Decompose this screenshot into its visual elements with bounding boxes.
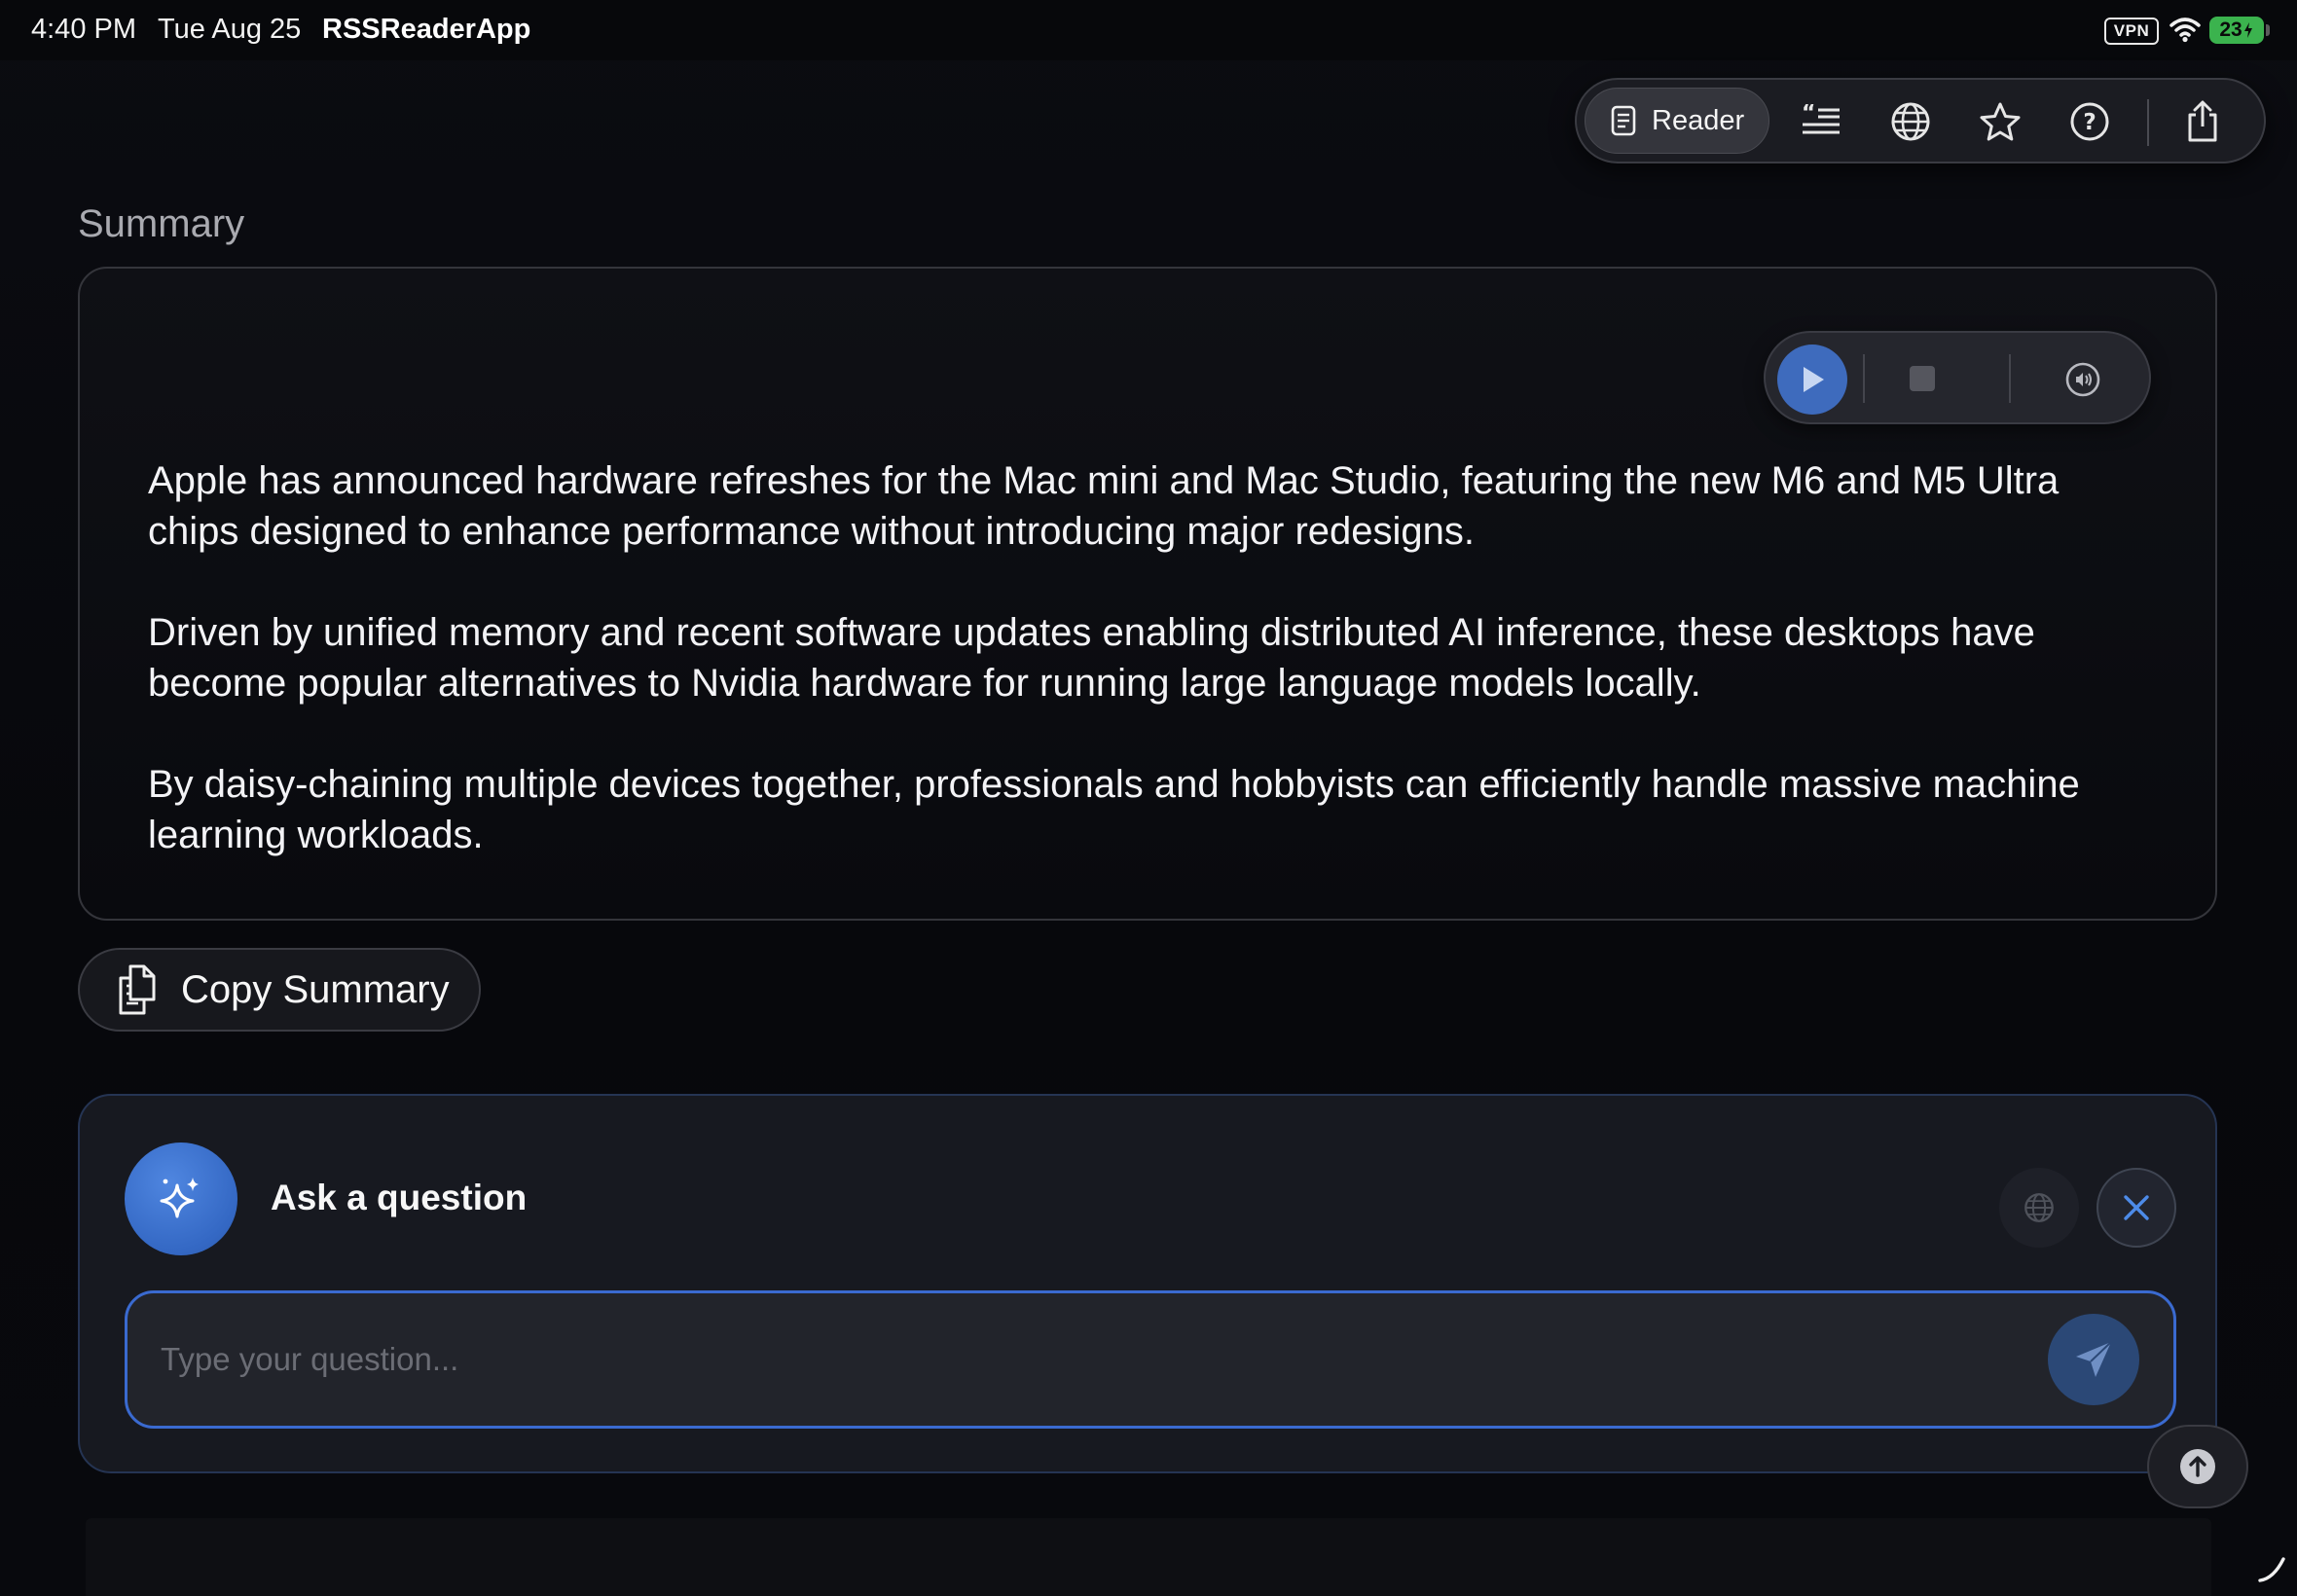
copy-summary-label: Copy Summary (181, 967, 450, 1011)
ask-title: Ask a question (271, 1178, 528, 1217)
favorite-button[interactable] (1976, 97, 2024, 146)
quote-list-icon: “ (1802, 104, 1840, 134)
send-icon (2076, 1341, 2112, 1377)
reader-button[interactable]: Reader (1585, 88, 1769, 154)
send-button[interactable] (2048, 1314, 2139, 1405)
globe-icon (2024, 1193, 2054, 1222)
copy-summary-button[interactable]: Copy Summary (78, 948, 481, 1032)
scroll-to-top-button[interactable] (2147, 1425, 2248, 1508)
summary-paragraph: Driven by unified memory and recent soft… (148, 611, 2035, 705)
voice-button[interactable] (2063, 360, 2102, 399)
svg-text:“: “ (1802, 104, 1815, 126)
ask-question-panel: Ask a question (78, 1094, 2217, 1473)
quote-list-button[interactable]: “ (1797, 97, 1845, 146)
summary-paragraph: By daisy-chaining multiple devices toget… (148, 763, 2080, 856)
top-toolbar: Reader “ ? (1575, 78, 2266, 163)
status-app-name: RSSReaderApp (322, 14, 531, 45)
pencil-hover-icon (2256, 1553, 2287, 1584)
status-bar: 4:40 PM Tue Aug 25 RSSReaderApp VPN 23 (0, 0, 2297, 60)
play-icon (1804, 367, 1824, 392)
star-icon (1980, 102, 2021, 141)
share-icon (2188, 100, 2217, 142)
reader-doc-icon (1611, 105, 1636, 136)
status-time: 4:40 PM (31, 14, 136, 45)
audio-divider (2009, 354, 2011, 403)
audio-divider (1863, 354, 1865, 403)
summary-text: Apple has announced hardware refreshes f… (148, 455, 2153, 911)
play-button[interactable] (1777, 345, 1847, 415)
stop-button[interactable] (1910, 366, 1935, 391)
vpn-badge: VPN (2104, 18, 2159, 45)
audio-controls (1764, 331, 2151, 424)
rss-reader-screen: 4:40 PM Tue Aug 25 RSSReaderApp VPN 23 R… (0, 0, 2297, 1596)
wifi-icon (2169, 16, 2202, 43)
question-input[interactable] (125, 1290, 2176, 1429)
bottom-panel (86, 1518, 2211, 1596)
close-icon (2124, 1195, 2149, 1220)
summary-card: Apple has announced hardware refreshes f… (78, 267, 2217, 921)
battery-cap (2266, 24, 2270, 36)
toolbar-divider (2147, 99, 2149, 146)
ai-avatar (125, 1143, 237, 1255)
close-ask-button[interactable] (2096, 1168, 2176, 1248)
sparkles-icon (160, 1178, 199, 1218)
status-date: Tue Aug 25 (158, 14, 302, 45)
speaker-icon (2065, 362, 2100, 397)
battery-indicator: 23 (2209, 17, 2264, 44)
web-view-button[interactable] (1886, 97, 1935, 146)
battery-level: 23 (2219, 18, 2242, 41)
reader-label: Reader (1652, 104, 1745, 136)
summary-heading: Summary (78, 202, 245, 245)
summary-paragraph: Apple has announced hardware refreshes f… (148, 459, 2060, 553)
svg-text:?: ? (2083, 110, 2096, 135)
help-button[interactable]: ? (2065, 97, 2114, 146)
copy-icon (119, 964, 156, 1015)
arrow-up-circle-icon (2180, 1449, 2215, 1484)
globe-icon (1891, 102, 1930, 141)
help-icon: ? (2070, 102, 2109, 141)
share-button[interactable] (2178, 97, 2227, 146)
language-button[interactable] (1999, 1168, 2079, 1248)
charging-bolt-icon (2243, 22, 2252, 38)
